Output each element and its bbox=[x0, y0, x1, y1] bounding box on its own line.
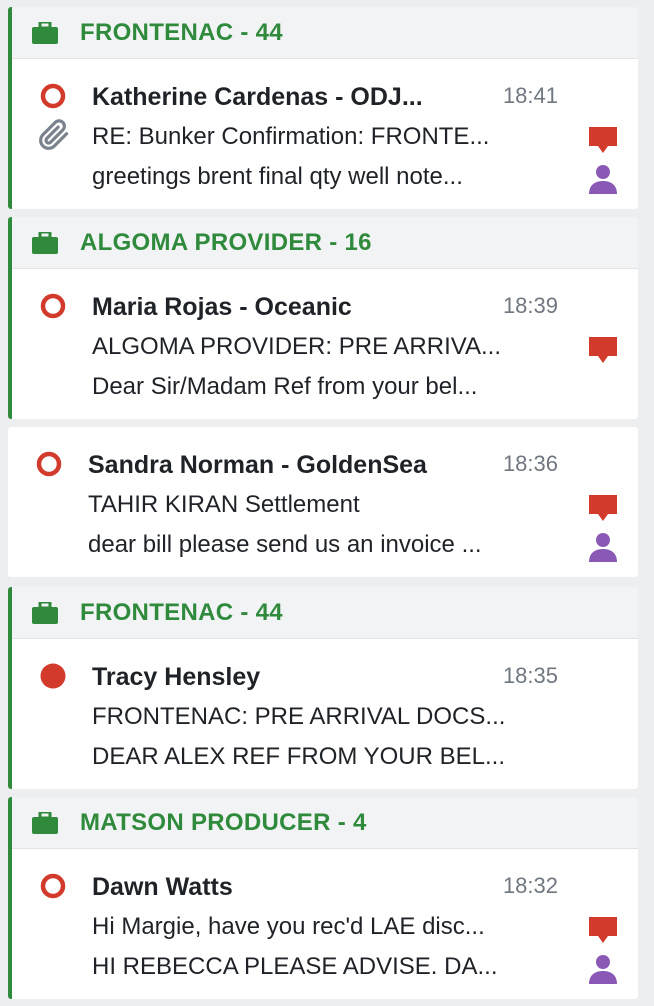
message-subject: Hi Margie, have you rec'd LAE disc... bbox=[92, 913, 485, 940]
group-card: FRONTENAC - 44 Tracy Hensley 18:35 FRONT… bbox=[8, 587, 638, 789]
briefcase-icon bbox=[32, 231, 58, 254]
message-time: 18:32 bbox=[502, 873, 558, 898]
message-subject: RE: Bunker Confirmation: FRONTE... bbox=[92, 123, 490, 150]
flagged-status-icon[interactable] bbox=[40, 663, 66, 689]
sender-name: Dawn Watts bbox=[92, 873, 233, 901]
unread-status-icon[interactable] bbox=[40, 873, 66, 899]
group-title: FRONTENAC - 44 bbox=[80, 598, 283, 626]
message-item[interactable]: Sandra Norman - GoldenSea 18:36 TAHIR KI… bbox=[8, 427, 638, 577]
message-item[interactable]: Tracy Hensley 18:35 FRONTENAC: PRE ARRIV… bbox=[12, 639, 638, 789]
comment-icon[interactable] bbox=[588, 493, 618, 523]
comment-icon[interactable] bbox=[588, 335, 618, 365]
message-card: Sandra Norman - GoldenSea 18:36 TAHIR KI… bbox=[8, 427, 638, 577]
message-time: 18:35 bbox=[502, 663, 558, 688]
message-list: FRONTENAC - 44 Katherine Cardenas - ODJ.… bbox=[0, 0, 654, 1006]
unread-status-icon[interactable] bbox=[40, 83, 66, 109]
message-subject: FRONTENAC: PRE ARRIVAL DOCS... bbox=[92, 703, 506, 730]
briefcase-icon bbox=[32, 21, 58, 44]
group-title: MATSON PRODUCER - 4 bbox=[80, 808, 367, 836]
briefcase-icon bbox=[32, 811, 58, 834]
comment-icon[interactable] bbox=[588, 125, 618, 155]
group-header[interactable]: MATSON PRODUCER - 4 bbox=[12, 797, 638, 849]
group-card: ALGOMA PROVIDER - 16 Maria Rojas - Ocean… bbox=[8, 217, 638, 419]
group-card: MATSON PRODUCER - 4 Dawn Watts 18:32 Hi … bbox=[8, 797, 638, 999]
message-subject: TAHIR KIRAN Settlement bbox=[88, 491, 360, 518]
sender-name: Katherine Cardenas - ODJ... bbox=[92, 83, 423, 111]
sender-name: Sandra Norman - GoldenSea bbox=[88, 451, 427, 479]
message-item[interactable]: Maria Rojas - Oceanic 18:39 ALGOMA PROVI… bbox=[12, 269, 638, 419]
person-icon[interactable] bbox=[588, 163, 618, 195]
unread-status-icon[interactable] bbox=[40, 293, 66, 319]
sender-name: Tracy Hensley bbox=[92, 663, 261, 691]
message-preview: dear bill please send us an invoice ... bbox=[88, 531, 482, 558]
group-header[interactable]: FRONTENAC - 44 bbox=[12, 7, 638, 59]
unread-status-icon[interactable] bbox=[36, 451, 62, 477]
message-subject: ALGOMA PROVIDER: PRE ARRIVA... bbox=[92, 333, 501, 360]
group-header[interactable]: ALGOMA PROVIDER - 16 bbox=[12, 217, 638, 269]
person-icon[interactable] bbox=[588, 531, 618, 563]
message-item[interactable]: Dawn Watts 18:32 Hi Margie, have you rec… bbox=[12, 849, 638, 999]
group-title: ALGOMA PROVIDER - 16 bbox=[80, 228, 372, 256]
message-time: 18:39 bbox=[502, 293, 558, 318]
group-card: FRONTENAC - 44 Katherine Cardenas - ODJ.… bbox=[8, 7, 638, 209]
briefcase-icon bbox=[32, 601, 58, 624]
message-item[interactable]: Katherine Cardenas - ODJ... 18:41 RE: Bu… bbox=[12, 59, 638, 209]
message-time: 18:36 bbox=[502, 451, 558, 476]
group-header[interactable]: FRONTENAC - 44 bbox=[12, 587, 638, 639]
message-preview: Dear Sir/Madam Ref from your bel... bbox=[92, 373, 478, 400]
comment-icon[interactable] bbox=[588, 915, 618, 945]
message-preview: greetings brent final qty well note... bbox=[92, 163, 463, 190]
message-preview: HI REBECCA PLEASE ADVISE. DA... bbox=[92, 953, 498, 980]
sender-name: Maria Rojas - Oceanic bbox=[92, 293, 352, 321]
message-time: 18:41 bbox=[502, 83, 558, 108]
person-icon[interactable] bbox=[588, 953, 618, 985]
group-title: FRONTENAC - 44 bbox=[80, 18, 283, 46]
message-preview: DEAR ALEX REF FROM YOUR BEL... bbox=[92, 743, 505, 770]
attachment-icon bbox=[39, 119, 69, 150]
